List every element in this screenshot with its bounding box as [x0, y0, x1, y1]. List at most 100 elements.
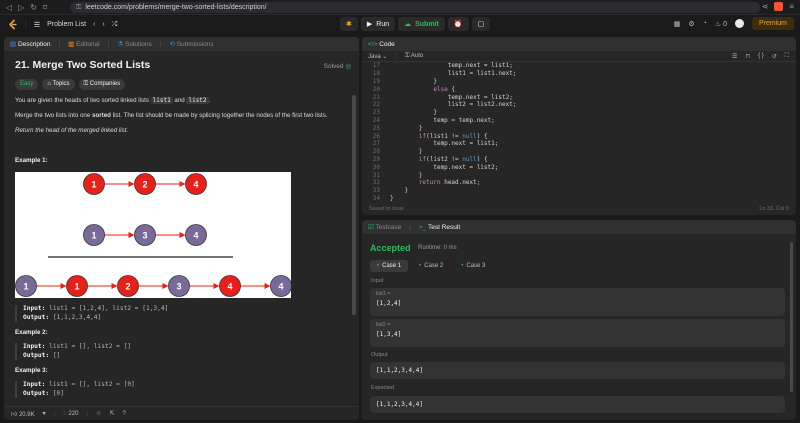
leetcode-logo-icon[interactable]: [8, 19, 18, 30]
debug-button[interactable]: ✱: [340, 17, 358, 31]
history-icon: ⟲: [169, 41, 175, 48]
input-label: Input:: [23, 343, 46, 350]
input-section-label: Input: [371, 278, 384, 284]
tab-testcase[interactable]: ☑ Testcase: [368, 223, 401, 231]
output-label: Output:: [23, 351, 50, 359]
example-line: Input: list1 = [1,2,4], list2 = [1,3,4]: [23, 305, 335, 314]
line-text: list1 = list1.next;: [390, 70, 517, 78]
text: Merge the two lists into one: [15, 112, 93, 119]
browser-toolbar: ◁ ▷ ↻ ⌑ ⚿ leetcode.com/problems/merge-tw…: [0, 0, 800, 15]
pass-dot-icon: •: [419, 263, 422, 269]
tab-submissions[interactable]: ⟲ Submissions: [169, 40, 213, 48]
shuffle-icon[interactable]: ⤮: [112, 21, 118, 29]
auto-mode[interactable]: ⚿ Auto: [405, 53, 423, 60]
tab-case-2[interactable]: • Case 2: [412, 260, 450, 272]
language-select[interactable]: Java ⌄: [368, 53, 387, 60]
input-list1-box: list1 = [1,2,4]: [370, 288, 785, 316]
like-button[interactable]: 👍︎ 20.9K: [11, 410, 35, 418]
save-status: Saved to local: [369, 206, 404, 212]
tab-solutions[interactable]: ⚗ Solutions: [117, 40, 151, 48]
problem-list-link[interactable]: Problem List: [47, 21, 86, 28]
code-line: 34}: [362, 195, 793, 203]
example-line: Input: list1 = [], list2 = [0]: [23, 381, 335, 390]
problem-title[interactable]: 21. Merge Two Sorted Lists: [15, 59, 348, 71]
help-icon[interactable]: ?: [122, 411, 125, 417]
code-editor[interactable]: 17 temp.next = list1; 18 list1 = list1.ne…: [362, 62, 793, 202]
avatar[interactable]: [734, 19, 744, 28]
description-scrollbar[interactable]: [352, 95, 356, 315]
tab-case-3[interactable]: • Case 3: [454, 260, 492, 272]
topics-tag[interactable]: ⌂ Topics: [42, 79, 75, 90]
line-text: }: [390, 77, 437, 85]
reset-icon[interactable]: ↺: [772, 53, 777, 60]
timer-button[interactable]: ⏰: [447, 17, 469, 31]
var-name: list2 =: [376, 322, 391, 328]
bookmark-icon[interactable]: ⌑: [43, 3, 47, 12]
bookmark-code-icon[interactable]: ⊓: [745, 53, 750, 60]
tab-test-result[interactable]: >_ Test Result: [419, 224, 460, 231]
tab-case-1[interactable]: • Case 1: [370, 260, 409, 272]
address-bar[interactable]: ⚿ leetcode.com/problems/merge-two-sorted…: [70, 2, 760, 13]
tab-editorial[interactable]: ▥ Editorial: [68, 40, 99, 48]
comments-button[interactable]: ◌ 220: [63, 411, 78, 417]
expected-box: [1,1,2,3,4,4]: [370, 396, 785, 413]
note-icon: ▢: [477, 21, 485, 28]
example-2-title: Example 2:: [15, 329, 48, 336]
streak-counter[interactable]: ♨ 0: [715, 20, 727, 28]
example-line: Output: []: [23, 352, 335, 361]
text: You are given the heads of two sorted li…: [15, 97, 151, 104]
lock-icon: ⚿: [83, 81, 89, 87]
bold-text: sorted: [92, 112, 111, 119]
result-scrollbar[interactable]: [790, 242, 793, 392]
braces-icon[interactable]: { }: [758, 53, 764, 59]
difficulty-badge: Easy: [15, 79, 39, 90]
comment-count: 220: [68, 410, 79, 417]
code-line: 29 if(list2 != null) {: [362, 156, 793, 164]
alarm-icon: ⏰: [453, 21, 463, 28]
separator: |: [25, 21, 27, 28]
submit-button[interactable]: ☁ Submit: [398, 17, 445, 31]
problem-list-icon[interactable]: ☰: [34, 21, 40, 29]
line-number: 31: [372, 171, 380, 179]
dislike-button[interactable]: ▾: [43, 410, 46, 417]
share-icon[interactable]: ⋖: [762, 2, 769, 11]
tab-editorial-label: Editorial: [76, 41, 100, 48]
example-line: Input: list1 = [], list2 = []: [23, 343, 335, 352]
forward-icon[interactable]: ▷: [18, 3, 24, 12]
text: Return the head of the merged linked lis…: [15, 127, 129, 134]
app-header: | ☰ Problem List ‹ › ⤮ ✱ ▶ Run ☁ Submit ⏰ …: [0, 15, 800, 35]
code-line: 33 }: [362, 187, 793, 195]
notification-icon[interactable]: ◔: [703, 20, 707, 27]
code-panel-header: </> Code: [362, 37, 796, 51]
settings-icon[interactable]: ⚙: [688, 20, 694, 28]
code-line: 22 list2 = list2.next;: [362, 101, 793, 109]
brave-shield-icon[interactable]: [774, 2, 784, 11]
back-icon[interactable]: ◁: [6, 3, 12, 12]
notes-button[interactable]: ▢: [471, 17, 491, 31]
output-label: Output:: [23, 313, 50, 321]
tab-code[interactable]: </> Code: [368, 41, 395, 48]
menu-icon[interactable]: ≡: [789, 2, 794, 11]
next-problem-icon[interactable]: ›: [102, 21, 104, 28]
output-value: [1,1,2,3,4,4]: [52, 313, 102, 321]
star-icon[interactable]: ☆: [96, 410, 101, 417]
separator: |: [86, 410, 89, 417]
pass-dot-icon: •: [461, 263, 464, 269]
line-text: temp = temp.next;: [390, 116, 495, 124]
tab-description[interactable]: ▤ Description: [10, 40, 50, 48]
reload-icon[interactable]: ↻: [30, 3, 37, 12]
prev-problem-icon[interactable]: ‹: [93, 21, 95, 28]
share-link-icon[interactable]: ⇱: [109, 410, 114, 417]
companies-tag[interactable]: ⚿ Companies: [78, 79, 126, 90]
fullscreen-icon[interactable]: ⛶: [785, 53, 789, 60]
run-submit-group: ✱ ▶ Run ☁ Submit ⏰ ▢: [340, 17, 491, 31]
book-icon: ▥: [68, 41, 75, 48]
run-label: Run: [376, 20, 390, 28]
premium-button[interactable]: Premium: [751, 17, 794, 30]
run-button[interactable]: ▶ Run: [360, 17, 396, 31]
line-number: 34: [372, 194, 380, 202]
list-node-value: 1: [91, 180, 96, 190]
separator: |: [395, 53, 397, 59]
format-icon[interactable]: ☰: [732, 53, 737, 60]
layout-icon[interactable]: ▦: [674, 20, 681, 28]
